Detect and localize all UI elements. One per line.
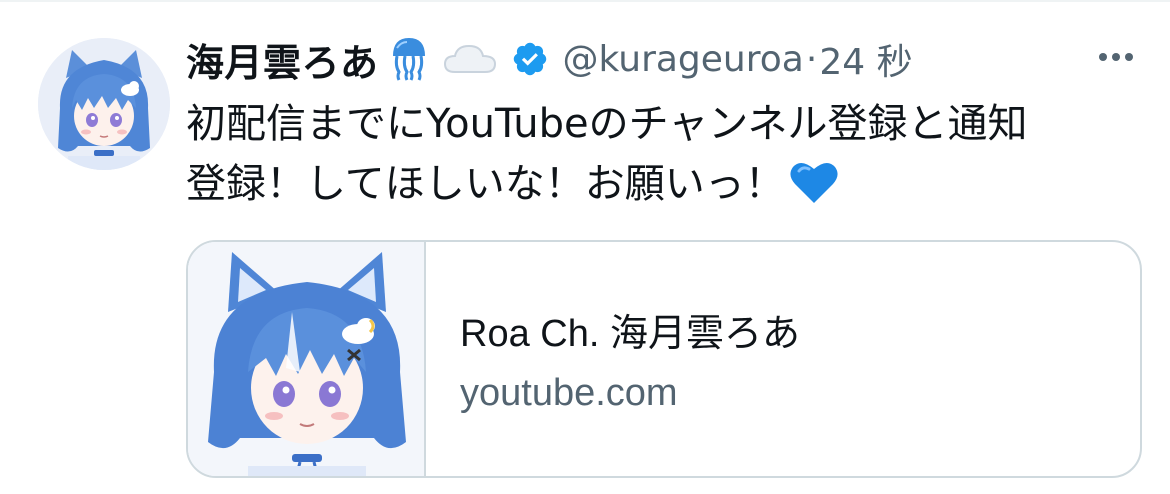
card-title[interactable]: Roa Ch. 海月雲ろあ (460, 302, 800, 357)
blue-heart-icon (789, 159, 839, 222)
author-avatar[interactable] (38, 38, 170, 170)
tweet[interactable]: 海月雲ろあ @kurageuroa · 24 秒 初配信までにYouTubeのチ… (0, 0, 1170, 494)
author-handle[interactable]: @kurageuroa (563, 39, 804, 80)
verified-badge-icon[interactable] (511, 40, 549, 78)
link-preview-card[interactable]: Roa Ch. 海月雲ろあ youtube.com (186, 240, 1142, 478)
more-options-button[interactable] (1096, 40, 1136, 74)
tweet-text-line: 登録！してほしいな！お願いっ！ (186, 154, 1146, 222)
cloud-emoji-icon (443, 42, 497, 76)
card-thumbnail-illustration (188, 242, 424, 476)
card-domain: youtube.com (460, 372, 678, 414)
avatar-illustration (38, 38, 170, 170)
tweet-text: 初配信までにYouTubeのチャンネル登録と通知 登録！してほしいな！お願いっ！ (186, 94, 1146, 222)
tweet-text-line: 初配信までにYouTubeのチャンネル登録と通知 (186, 101, 1028, 147)
card-body: Roa Ch. 海月雲ろあ youtube.com (426, 242, 1140, 476)
card-thumbnail (188, 242, 426, 476)
header-separator: · (805, 38, 818, 80)
tweet-header: 海月雲ろあ @kurageuroa · 24 秒 (186, 30, 1130, 88)
jellyfish-emoji-icon (389, 36, 429, 82)
more-dots-icon (1099, 53, 1133, 61)
tweet-timestamp[interactable]: 24 秒 (819, 33, 912, 85)
author-display-name[interactable]: 海月雲ろあ (186, 32, 379, 87)
tweet-text-line-content: 登録！してほしいな！お願いっ！ (186, 161, 785, 207)
